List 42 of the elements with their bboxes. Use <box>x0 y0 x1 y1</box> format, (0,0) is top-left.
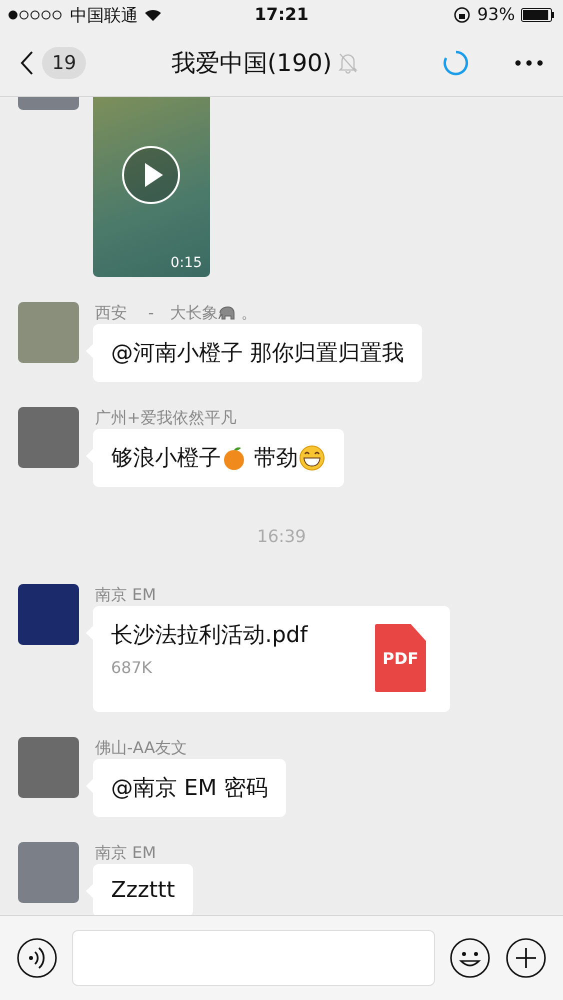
tangerine-icon <box>221 445 247 471</box>
elephant-icon <box>218 305 236 321</box>
battery-percent: 93% <box>477 5 515 25</box>
file-message-bubble[interactable]: 长沙法拉利活动.pdf 687K PDF <box>93 606 450 712</box>
message-text: 够浪小橙子 <box>111 445 221 473</box>
plus-icon[interactable] <box>505 937 547 979</box>
avatar <box>18 842 79 903</box>
signal-icon <box>8 10 64 20</box>
message-text: Zzzttt <box>111 878 176 903</box>
wifi-icon <box>144 8 162 22</box>
sender-name: 西安 - 大长象 <box>95 302 218 324</box>
sender-name: 佛山-AA友文 <box>95 738 188 758</box>
message-text: @河南小橙子 那你归置归置我 <box>111 340 404 368</box>
video-duration: 0:15 <box>170 255 202 271</box>
clock-time: 17:21 <box>254 5 309 25</box>
play-icon[interactable] <box>121 145 181 205</box>
sender-name: 南京 EM <box>95 842 156 864</box>
timestamp: 16:39 <box>257 527 306 547</box>
avatar <box>18 302 79 363</box>
pdf-file-icon: PDF <box>375 624 426 692</box>
back-icon[interactable] <box>20 50 34 76</box>
battery-icon <box>521 8 555 22</box>
chat-title: 我爱中国(190) <box>171 48 332 79</box>
message-input-field[interactable] <box>72 930 435 986</box>
video-thumbnail[interactable]: 0:15 <box>93 97 210 277</box>
message-text: 带劲 <box>252 445 298 473</box>
avatar <box>18 584 79 645</box>
avatar <box>18 737 79 798</box>
file-size: 687K <box>111 658 154 677</box>
avatar <box>18 407 79 468</box>
file-name: 长沙法拉利活动.pdf <box>111 622 308 650</box>
emoji-icon[interactable] <box>449 937 491 979</box>
sender-name: 南京 EM <box>95 584 156 606</box>
sender-name: 广州+爱我依然平凡 <box>95 408 236 428</box>
message-text: @南京 EM 密码 <box>111 775 268 803</box>
rotation-lock-icon <box>453 6 472 24</box>
sender-name: 。 <box>240 302 257 324</box>
unread-count-badge: 19 <box>42 47 86 79</box>
voice-icon[interactable] <box>16 937 58 979</box>
grinning-face-icon <box>298 444 326 472</box>
carrier-name: 中国联通 <box>70 4 138 26</box>
more-icon[interactable] <box>514 60 543 66</box>
